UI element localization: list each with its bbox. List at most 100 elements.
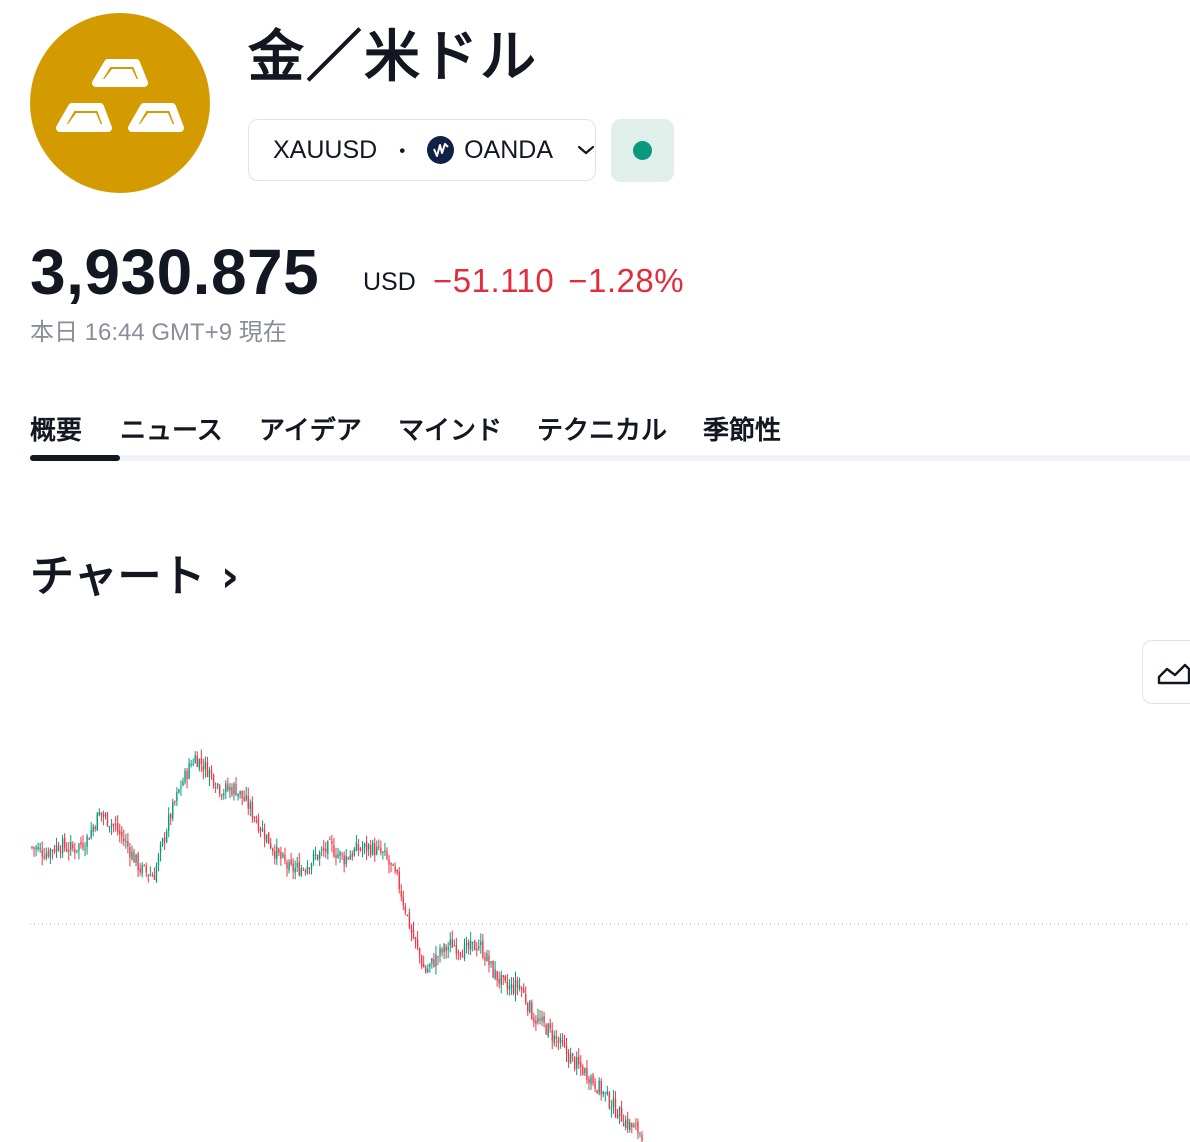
candle <box>141 862 143 878</box>
candle <box>145 862 147 878</box>
candle <box>261 820 264 833</box>
candle <box>167 807 170 838</box>
candle <box>314 846 317 860</box>
candle <box>127 833 129 854</box>
candle <box>227 777 229 793</box>
candle <box>102 810 105 826</box>
candle <box>398 866 400 894</box>
candle <box>233 782 235 801</box>
gold-bars-icon <box>56 59 184 132</box>
candle <box>100 812 103 822</box>
candle <box>51 849 54 860</box>
last-price: 3,930.875 <box>30 236 320 308</box>
price-chart[interactable] <box>0 700 1190 1142</box>
candle <box>492 960 494 979</box>
candle <box>557 1036 560 1050</box>
candle <box>218 783 221 797</box>
candle <box>284 847 286 865</box>
candle <box>578 1048 580 1069</box>
candle <box>202 758 205 780</box>
candle <box>571 1052 574 1062</box>
candle <box>237 793 239 801</box>
candle <box>527 1001 529 1017</box>
candle <box>149 866 152 877</box>
candle <box>608 1091 611 1110</box>
candle <box>192 758 194 767</box>
candle <box>457 949 460 961</box>
candle <box>414 936 417 949</box>
candle <box>306 860 309 875</box>
candle <box>170 812 172 826</box>
candle <box>282 851 284 859</box>
candle <box>565 1037 568 1062</box>
candle <box>159 841 162 862</box>
candle <box>484 952 486 966</box>
candle <box>286 859 288 877</box>
candle <box>241 790 243 806</box>
candle <box>604 1091 606 1102</box>
candle <box>486 949 488 962</box>
candle <box>235 777 237 796</box>
tab-technicals[interactable]: テクニカル <box>537 410 703 458</box>
candle <box>594 1077 596 1093</box>
candle <box>39 842 41 854</box>
candle <box>496 970 498 987</box>
candle <box>80 836 82 849</box>
candle <box>541 1010 543 1027</box>
candle <box>635 1118 637 1131</box>
exchange-label: OANDA <box>464 135 553 164</box>
candle <box>633 1122 635 1128</box>
candle <box>451 930 453 948</box>
candle <box>45 847 47 861</box>
candle <box>88 837 90 840</box>
candle <box>437 955 439 966</box>
candle <box>243 790 245 802</box>
tab-seasonals[interactable]: 季節性 <box>703 410 803 458</box>
candle <box>453 939 456 947</box>
price-currency: USD <box>363 268 416 296</box>
candle <box>359 847 362 852</box>
candle <box>272 847 274 856</box>
candle <box>55 837 58 859</box>
candle <box>239 790 241 799</box>
tab-ideas[interactable]: アイデア <box>259 410 398 458</box>
candle <box>498 971 500 989</box>
candle <box>631 1122 633 1134</box>
candle <box>561 1033 564 1047</box>
candle <box>176 787 178 806</box>
candle <box>455 938 458 960</box>
tab-sentiment[interactable]: マインド <box>398 410 537 458</box>
market-status-button[interactable] <box>611 119 674 182</box>
candle <box>310 862 313 875</box>
tab-overview[interactable]: 概要 <box>30 410 120 461</box>
instrument-title: 金／米ドル <box>248 25 538 90</box>
candle <box>629 1118 631 1133</box>
candle <box>296 856 298 873</box>
candle <box>280 846 282 866</box>
candle <box>478 939 480 951</box>
candle <box>333 837 335 858</box>
candle <box>302 867 305 872</box>
quote-timestamp: 本日 16:44 GMT+9 現在 <box>30 319 287 346</box>
candle <box>372 839 374 856</box>
symbol-exchange-selector[interactable]: XAUUSD ・ OANDA <box>248 119 596 181</box>
chart-type-button[interactable] <box>1142 640 1190 704</box>
change-value: −51.110 <box>433 262 555 299</box>
candle <box>247 787 249 815</box>
candle <box>600 1078 602 1101</box>
candle <box>459 951 462 960</box>
candle <box>445 944 447 959</box>
candle <box>263 823 266 848</box>
chart-section-link[interactable]: チャート › <box>30 540 239 604</box>
candle <box>61 834 64 858</box>
candle <box>641 1131 643 1142</box>
candle <box>429 962 431 973</box>
candle <box>139 863 141 876</box>
candle <box>584 1067 586 1077</box>
candle <box>253 816 256 823</box>
candle <box>441 946 443 957</box>
candle <box>567 1049 570 1068</box>
candle <box>590 1074 592 1090</box>
candle <box>129 842 131 867</box>
tab-news[interactable]: ニュース <box>120 410 259 458</box>
